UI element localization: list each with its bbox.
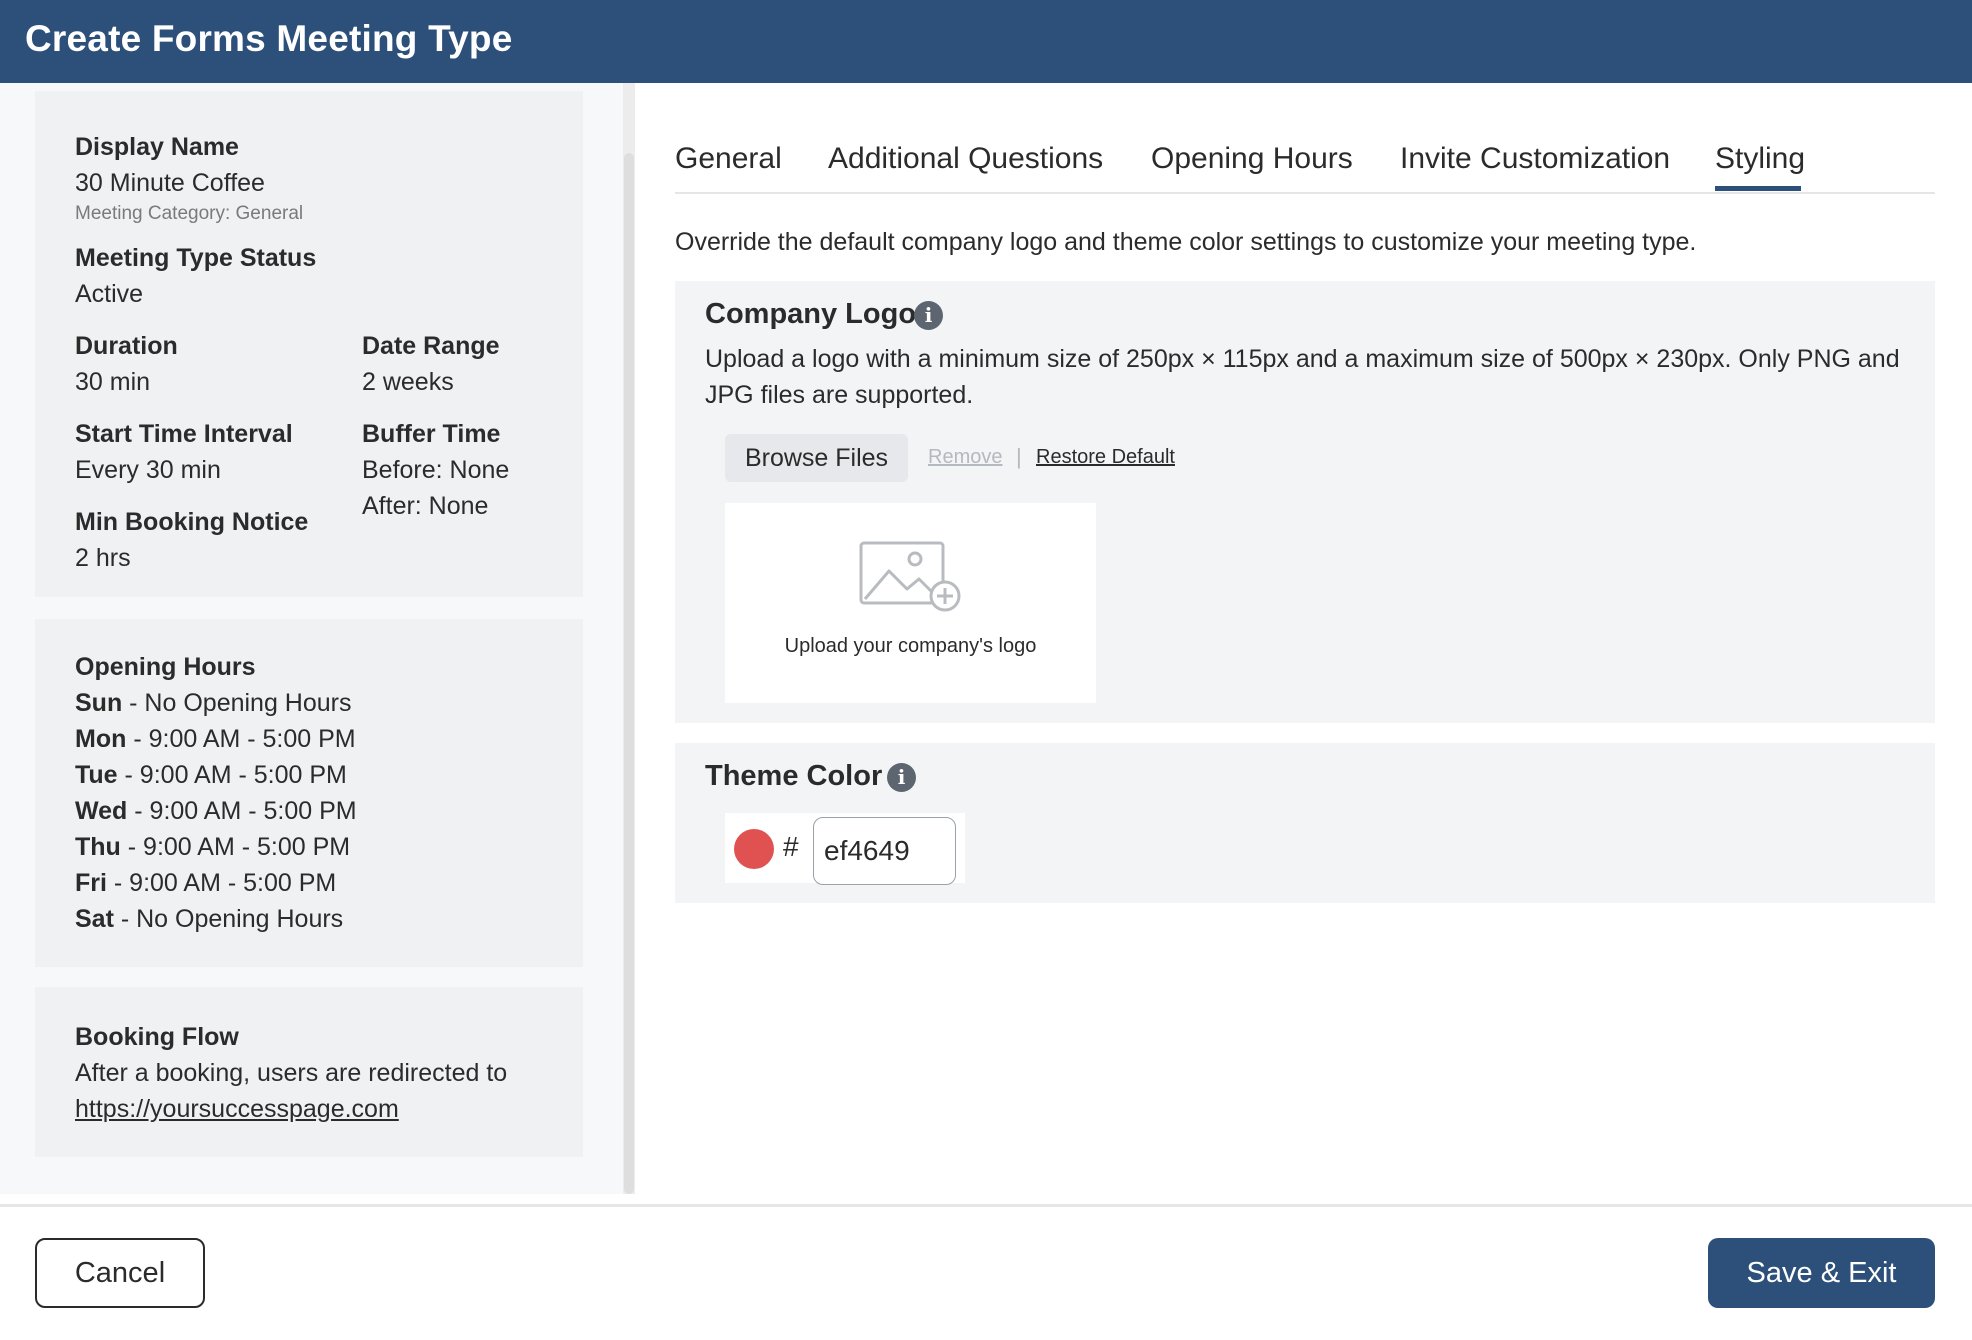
header-bar: Create Forms Meeting Type xyxy=(0,0,1972,83)
duration-label: Duration xyxy=(75,332,178,360)
tab-general[interactable]: General xyxy=(675,142,782,176)
date-range-value: 2 weeks xyxy=(362,368,454,396)
opening-hours-row: Thu - 9:00 AM - 5:00 PM xyxy=(75,833,351,861)
info-icon[interactable]: i xyxy=(914,301,943,330)
page-title: Create Forms Meeting Type xyxy=(25,18,513,59)
opening-hours-title: Opening Hours xyxy=(75,653,256,681)
start-interval-value: Every 30 min xyxy=(75,456,221,484)
duration-value: 30 min xyxy=(75,368,151,396)
styling-intro: Override the default company logo and th… xyxy=(675,228,1697,256)
theme-color-picker: # xyxy=(725,813,965,885)
tab-opening-hours[interactable]: Opening Hours xyxy=(1151,142,1353,176)
meeting-summary-card: Display Name 30 Minute Coffee Meeting Ca… xyxy=(35,91,583,597)
info-icon[interactable]: i xyxy=(887,763,916,792)
status-value: Active xyxy=(75,280,144,308)
browse-files-button[interactable]: Browse Files xyxy=(725,434,908,482)
opening-hours-row: Mon - 9:00 AM - 5:00 PM xyxy=(75,725,356,753)
opening-hours-card: Opening Hours Sun - No Opening Hours Mon… xyxy=(35,619,583,967)
summary-panel: Display Name 30 Minute Coffee Meeting Ca… xyxy=(0,83,623,1194)
remove-logo-link[interactable]: Remove xyxy=(928,446,1002,469)
opening-hours-row: Tue - 9:00 AM - 5:00 PM xyxy=(75,761,347,789)
opening-hours-row: Fri - 9:00 AM - 5:00 PM xyxy=(75,869,337,897)
company-logo-title: Company Logo xyxy=(705,298,917,330)
cancel-button[interactable]: Cancel xyxy=(35,1238,205,1308)
tab-styling[interactable]: Styling xyxy=(1715,142,1805,176)
min-notice-label: Min Booking Notice xyxy=(75,508,309,536)
buffer-time-label: Buffer Time xyxy=(362,420,501,448)
hash-symbol: # xyxy=(783,831,799,862)
opening-hours-row: Wed - 9:00 AM - 5:00 PM xyxy=(75,797,357,825)
buffer-after-value: After: None xyxy=(362,492,489,520)
tab-invite-customization[interactable]: Invite Customization xyxy=(1400,142,1670,176)
opening-hours-row: Sun - No Opening Hours xyxy=(75,689,352,717)
footer-divider xyxy=(0,1204,1972,1207)
buffer-before-value: Before: None xyxy=(362,456,510,484)
booking-flow-title: Booking Flow xyxy=(75,1023,239,1051)
theme-color-section: Theme Color i # xyxy=(675,743,1935,903)
booking-flow-card: Booking Flow After a booking, users are … xyxy=(35,987,583,1157)
status-label: Meeting Type Status xyxy=(75,244,317,272)
restore-default-link[interactable]: Restore Default xyxy=(1036,446,1175,469)
company-logo-section: Company Logo i Upload a logo with a mini… xyxy=(675,281,1935,723)
booking-flow-text: After a booking, users are redirected to xyxy=(75,1059,508,1087)
logo-requirements: Upload a logo with a minimum size of 250… xyxy=(705,345,1900,409)
meeting-category: Meeting Category: General xyxy=(75,203,304,224)
hex-color-input[interactable] xyxy=(813,817,956,885)
theme-color-title: Theme Color xyxy=(705,760,883,792)
color-swatch[interactable] xyxy=(734,829,774,869)
display-name-value: 30 Minute Coffee xyxy=(75,169,265,197)
date-range-label: Date Range xyxy=(362,332,500,360)
display-name-label: Display Name xyxy=(75,133,239,161)
summary-scrollbar-thumb[interactable] xyxy=(624,153,634,1194)
save-exit-button[interactable]: Save & Exit xyxy=(1708,1238,1935,1308)
upload-placeholder: Upload your company's logo xyxy=(784,635,1037,657)
active-tab-indicator xyxy=(1715,186,1801,191)
image-add-icon xyxy=(859,541,961,612)
logo-upload-dropzone[interactable]: Upload your company's logo xyxy=(725,503,1096,703)
success-page-link[interactable]: https://yoursuccesspage.com xyxy=(75,1095,399,1124)
tab-additional-questions[interactable]: Additional Questions xyxy=(828,142,1103,176)
link-separator: | xyxy=(1016,444,1022,469)
start-interval-label: Start Time Interval xyxy=(75,420,293,448)
opening-hours-row: Sat - No Opening Hours xyxy=(75,905,344,933)
min-notice-value: 2 hrs xyxy=(75,544,131,572)
